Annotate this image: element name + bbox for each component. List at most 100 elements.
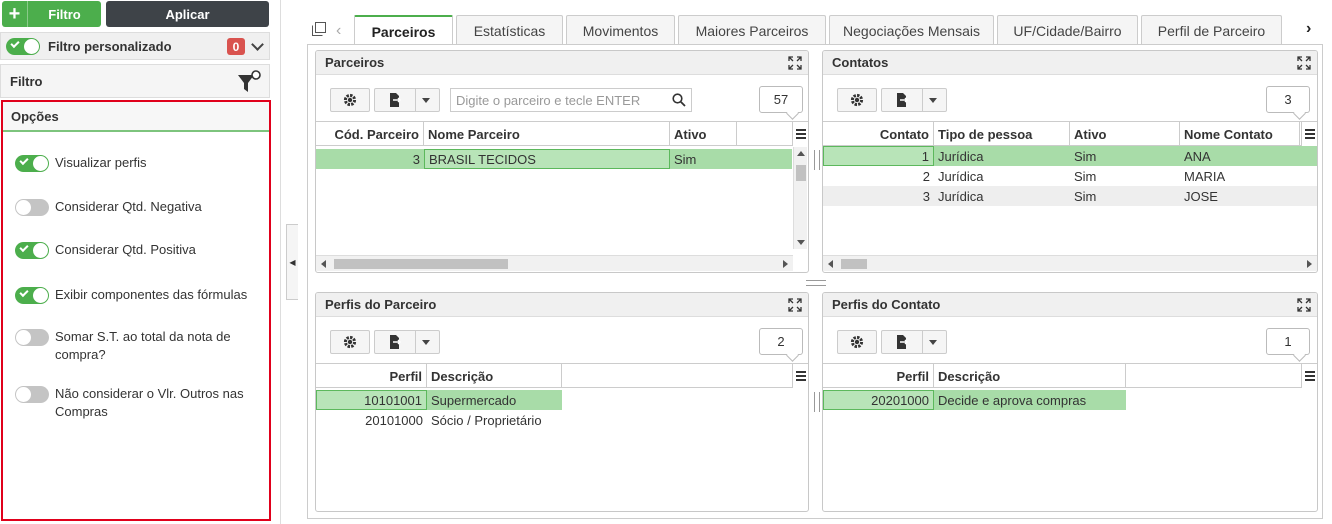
export-button[interactable] — [881, 330, 947, 354]
horizontal-scrollbar[interactable] — [316, 255, 793, 271]
menu-icon[interactable] — [1301, 364, 1317, 388]
option-toggle[interactable] — [15, 287, 49, 304]
export-button[interactable] — [374, 330, 440, 354]
option-toggle[interactable] — [15, 242, 49, 259]
plus-icon: + — [2, 1, 28, 27]
cell: Supermercado — [431, 392, 517, 408]
tab-perfil-parceiro[interactable]: Perfil de Parceiro — [1141, 15, 1282, 45]
expand-icon[interactable] — [788, 298, 802, 312]
column-header[interactable]: Nome Contato — [1180, 122, 1300, 146]
table-row[interactable]: 2 Jurídica Sim MARIA — [823, 166, 1317, 186]
option-toggle[interactable] — [15, 329, 49, 346]
tab-maiores-parceiros[interactable]: Maiores Parceiros — [678, 15, 826, 45]
export-button[interactable] — [881, 88, 947, 112]
gear-icon — [850, 335, 864, 349]
search-icon[interactable] — [672, 93, 686, 107]
tab-scroll-right-icon[interactable]: › — [1306, 20, 1311, 38]
panel-splitter[interactable] — [280, 0, 281, 524]
tab-estatisticas[interactable]: Estatísticas — [456, 15, 563, 45]
chevron-down-icon[interactable] — [251, 38, 264, 51]
contatos-panel: Contatos 3 Contato Tipo de pessoa Ativo … — [822, 50, 1318, 273]
column-header[interactable]: Descrição — [427, 364, 562, 388]
contatos-grid: Contato Tipo de pessoa Ativo Nome Contat… — [823, 121, 1317, 206]
partner-search — [450, 88, 692, 112]
filter-panel: + Filtro Aplicar Filtro personalizado 0 … — [0, 0, 272, 524]
apply-button[interactable]: Aplicar — [106, 1, 269, 27]
export-icon — [390, 93, 401, 107]
cell: Sim — [674, 151, 697, 167]
table-row[interactable]: 3 Jurídica Sim JOSE — [823, 186, 1317, 206]
tab-scroll-left-icon[interactable]: ‹ — [336, 22, 341, 40]
option-toggle[interactable] — [15, 199, 49, 216]
column-header[interactable]: Descrição — [934, 364, 1126, 388]
option-label: Exibir componentes das fórmulas — [55, 287, 248, 302]
column-header[interactable]: Nome Parceiro — [424, 122, 670, 146]
collapse-panel-button[interactable]: ◀ — [286, 224, 298, 300]
row-splitter-handle[interactable] — [806, 280, 826, 286]
column-header[interactable]: Tipo de pessoa — [934, 122, 1070, 146]
option-toggle[interactable] — [15, 386, 49, 403]
option-toggle[interactable] — [15, 155, 49, 172]
menu-icon[interactable] — [792, 122, 808, 146]
horizontal-scrollbar[interactable] — [823, 255, 1317, 271]
table-row[interactable]: 20201000 Decide e aprova compras — [823, 390, 1126, 410]
export-icon — [897, 335, 908, 349]
funnel-icon[interactable] — [237, 69, 261, 95]
settings-button[interactable] — [837, 330, 877, 354]
column-header[interactable]: Perfil — [823, 364, 934, 388]
options-title: Opções — [3, 102, 269, 132]
perfis-parceiro-grid: Perfil Descrição 10101001 Supermercado 2… — [316, 363, 808, 430]
perfis-contato-grid: Perfil Descrição 20201000 Decide e aprov… — [823, 363, 1317, 410]
panel-title: Parceiros — [325, 55, 385, 70]
caret-down-icon — [929, 97, 937, 103]
tab-uf-cidade-bairro[interactable]: UF/Cidade/Bairro — [997, 15, 1138, 45]
filter-header: Filtro — [0, 64, 270, 98]
cell: 3 — [412, 151, 420, 167]
settings-button[interactable] — [330, 330, 370, 354]
add-filter-button[interactable]: + Filtro — [2, 1, 101, 27]
menu-icon[interactable] — [1301, 122, 1317, 146]
menu-icon[interactable] — [792, 364, 808, 388]
window-icon[interactable] — [312, 22, 326, 36]
column-header[interactable]: Contato — [823, 122, 934, 146]
custom-filter-label: Filtro personalizado — [48, 38, 172, 54]
table-row[interactable]: 1 Jurídica Sim ANA — [823, 146, 1317, 166]
custom-filter-toggle[interactable] — [6, 37, 40, 55]
tab-movimentos[interactable]: Movimentos — [566, 15, 675, 45]
cell: Sócio / Proprietário — [431, 412, 542, 428]
column-header[interactable]: Cód. Parceiro — [316, 122, 424, 146]
expand-icon[interactable] — [788, 56, 802, 70]
tab-parceiros[interactable]: Parceiros — [354, 15, 453, 46]
expand-icon[interactable] — [1297, 298, 1311, 312]
option-somar-st: Somar S.T. ao total da nota de compra? — [15, 328, 250, 364]
table-row[interactable]: 10101001 Supermercado — [316, 390, 562, 410]
record-count: 2 — [759, 328, 803, 355]
cell: 10101001 — [316, 390, 427, 410]
cell: 3 — [922, 188, 930, 204]
settings-button[interactable] — [837, 88, 877, 112]
cell: Jurídica — [938, 168, 984, 184]
caret-down-icon — [929, 339, 937, 345]
gear-icon — [343, 335, 357, 349]
tab-bar: Parceiros Estatísticas Movimentos Maiore… — [354, 15, 1285, 46]
grid-splitter-handle[interactable] — [814, 150, 820, 170]
panel-title: Contatos — [832, 55, 889, 70]
expand-icon[interactable] — [1297, 56, 1311, 70]
grid-splitter-handle[interactable] — [814, 392, 820, 412]
export-button[interactable] — [374, 88, 440, 112]
cell: Sim — [1074, 188, 1097, 204]
vertical-scrollbar[interactable] — [793, 147, 807, 249]
tab-negociacoes-mensais[interactable]: Negociações Mensais — [829, 15, 994, 45]
column-header[interactable]: Perfil — [316, 364, 427, 388]
settings-button[interactable] — [330, 88, 370, 112]
custom-filter-count-badge: 0 — [227, 38, 245, 55]
parceiros-grid: Cód. Parceiro Nome Parceiro Ativo 3 BRAS… — [316, 121, 808, 169]
column-header[interactable]: Ativo — [670, 122, 737, 146]
table-row[interactable]: 3 BRASIL TECIDOS Sim — [316, 149, 792, 169]
column-header[interactable]: Ativo — [1070, 122, 1180, 146]
partner-search-input[interactable] — [451, 89, 672, 111]
custom-filter-row: Filtro personalizado 0 — [0, 32, 270, 60]
option-label: Considerar Qtd. Negativa — [55, 199, 202, 214]
record-count: 1 — [1266, 328, 1310, 355]
table-row[interactable]: 20101000 Sócio / Proprietário — [316, 410, 562, 430]
